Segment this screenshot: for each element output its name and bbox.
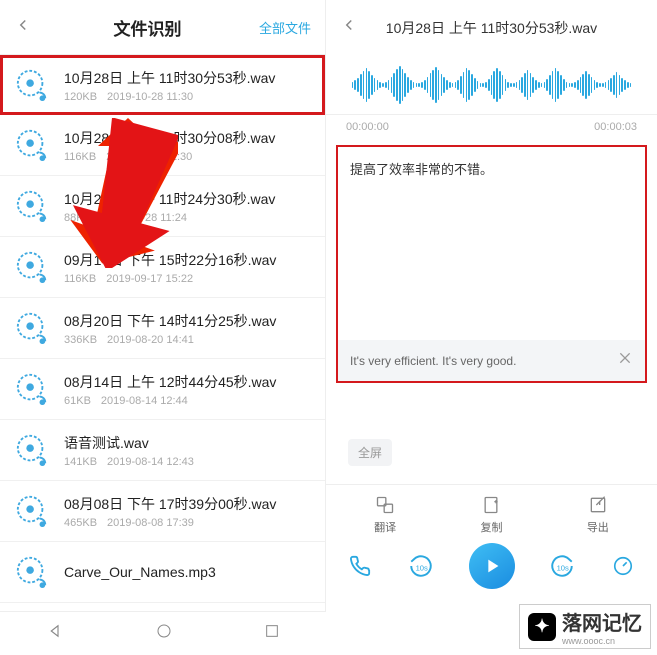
file-name: 语音测试.wav	[64, 433, 311, 453]
file-row[interactable]: 10月28日 上午 11时30分08秒.wav 116KB 2019-10-28 1…	[0, 115, 325, 176]
audio-icon	[14, 493, 50, 529]
nav-back-button[interactable]	[46, 622, 64, 645]
file-size: 465KB	[64, 517, 97, 529]
watermark-text: 落网记忆	[562, 613, 642, 635]
export-button[interactable]: 导出	[558, 495, 638, 535]
copy-icon	[481, 495, 501, 515]
audio-icon	[14, 432, 50, 468]
translate-button[interactable]: 翻译	[345, 495, 425, 535]
play-button[interactable]	[469, 543, 515, 589]
audio-icon	[14, 188, 50, 224]
action-label: 导出	[587, 519, 609, 535]
file-name: 08月08日 下午 17时39分00秒.wav	[64, 494, 311, 514]
time-end: 00:00:03	[594, 121, 637, 133]
translate-icon	[375, 495, 395, 515]
square-icon	[264, 623, 280, 639]
file-size: 120KB	[64, 91, 97, 103]
audio-icon	[14, 249, 50, 285]
file-size: 336KB	[64, 334, 97, 346]
file-row[interactable]: 09月17日 下午 15时22分16秒.wav 116KB 2019-09-17 1…	[0, 237, 325, 298]
file-row[interactable]: 08月20日 下午 14时41分25秒.wav 336KB 2019-08-20 1…	[0, 298, 325, 359]
nav-recent-button[interactable]	[264, 623, 280, 644]
file-row[interactable]: 10月28日 上午 11时30分53秒.wav 120KB 2019-10-28 …	[0, 55, 325, 115]
fullscreen-button[interactable]: 全屏	[348, 439, 392, 466]
file-time: 2019-08-14 12:44	[101, 395, 188, 407]
rewind-icon: 10s	[408, 553, 434, 579]
all-files-link[interactable]: 全部文件	[259, 18, 311, 37]
watermark-url: www.oooc.cn	[562, 636, 642, 646]
file-name: 10月28日 上午 11时30分08秒.wav	[64, 128, 311, 148]
file-size: 116KB	[64, 273, 96, 285]
file-time: 2019-10-28 11:30	[107, 91, 193, 103]
file-name: 08月20日 下午 14时41分25秒.wav	[64, 311, 311, 331]
close-translation-button[interactable]	[617, 350, 633, 371]
file-time: 2019-10-28 11:30	[106, 151, 192, 163]
phone-button[interactable]	[346, 552, 374, 580]
audio-icon	[14, 67, 50, 103]
file-row[interactable]: 08月14日 上午 12时44分45秒.wav 61KB 2019-08-14 12…	[0, 359, 325, 420]
file-time: 2019-09-17 15:22	[106, 273, 193, 285]
file-row[interactable]: 语音测试.wav 141KB 2019-08-14 12:43	[0, 420, 325, 481]
export-icon	[588, 495, 608, 515]
file-time: 2019-08-08 17:39	[107, 517, 194, 529]
file-name: 10月28日 上午 11时24分30秒.wav	[64, 189, 311, 209]
play-icon	[481, 555, 503, 577]
file-time: 2019-10-28 11:24	[101, 212, 187, 224]
svg-text:10s: 10s	[556, 563, 568, 572]
audio-icon	[14, 127, 50, 163]
watermark: ✦ 落网记忆 www.oooc.cn	[519, 604, 651, 649]
triangle-left-icon	[46, 622, 64, 640]
rewind-10s-button[interactable]: 10s	[407, 552, 435, 580]
audio-icon	[14, 371, 50, 407]
circle-icon	[156, 623, 172, 639]
chevron-left-icon	[14, 16, 32, 34]
back-button[interactable]	[340, 16, 362, 39]
file-size: 88KB	[64, 212, 91, 224]
time-start: 00:00:00	[346, 121, 389, 133]
speed-icon	[612, 555, 634, 577]
speed-button[interactable]	[609, 552, 637, 580]
file-name: Carve_Our_Names.mp3	[64, 564, 311, 580]
close-icon	[617, 350, 633, 366]
audio-icon	[14, 310, 50, 346]
file-row[interactable]: Carve_Our_Names.mp3	[0, 542, 325, 603]
phone-icon	[349, 555, 371, 577]
file-time: 2019-08-14 12:43	[107, 456, 194, 468]
copy-button[interactable]: 复制	[451, 495, 531, 535]
watermark-logo-icon: ✦	[528, 613, 556, 641]
translated-text: It's very efficient. It's very good.	[350, 354, 609, 368]
file-size: 141KB	[64, 456, 97, 468]
file-size: 61KB	[64, 395, 91, 407]
file-time: 2019-08-20 14:41	[107, 334, 194, 346]
file-size: 116KB	[64, 151, 96, 163]
file-row[interactable]: 08月08日 下午 17时39分00秒.wav 465KB 2019-08-08 1…	[0, 481, 325, 542]
page-title: 文件识别	[113, 15, 181, 40]
chevron-left-icon	[340, 16, 358, 34]
file-row[interactable]: 10月28日 上午 11时24分30秒.wav 88KB 2019-10-28 11…	[0, 176, 325, 237]
file-name: 08月14日 上午 12时44分45秒.wav	[64, 372, 311, 392]
detail-title: 10月28日 上午 11时30分53秒.wav	[362, 18, 643, 38]
transcription-box: 提高了效率非常的不错。 It's very efficient. It's ve…	[336, 145, 647, 383]
audio-icon	[14, 554, 50, 590]
forward-10s-button[interactable]: 10s	[548, 552, 576, 580]
nav-home-button[interactable]	[156, 623, 172, 644]
forward-icon: 10s	[549, 553, 575, 579]
svg-text:10s: 10s	[416, 563, 428, 572]
back-button[interactable]	[14, 16, 36, 39]
action-label: 翻译	[374, 519, 396, 535]
file-name: 10月28日 上午 11时30分53秒.wav	[64, 68, 311, 88]
action-label: 复制	[480, 519, 502, 535]
file-name: 09月17日 下午 15时22分16秒.wav	[64, 250, 311, 270]
file-list: 10月28日 上午 11时30分53秒.wav 120KB 2019-10-28 …	[0, 55, 325, 655]
waveform[interactable]	[326, 55, 657, 115]
original-text[interactable]: 提高了效率非常的不错。	[338, 147, 645, 340]
